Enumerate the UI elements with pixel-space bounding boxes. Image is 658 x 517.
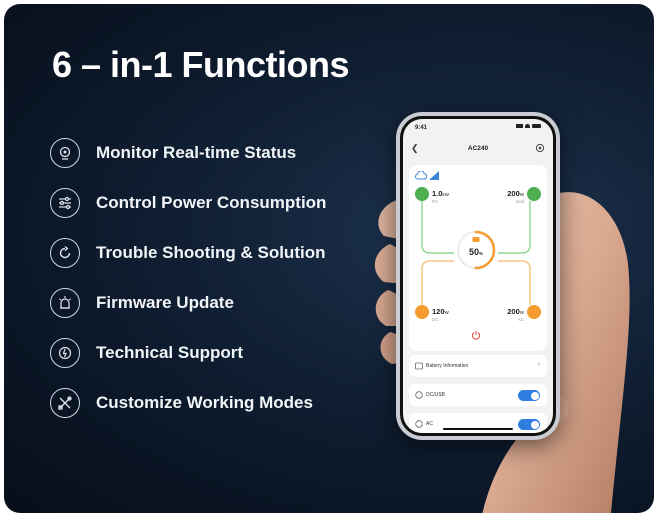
firmware-icon: [50, 288, 80, 318]
dc-usb-row: DC/USB: [409, 384, 547, 406]
chevron-right-icon: ›: [537, 361, 540, 368]
battery-info-row[interactable]: Battery Information ›: [409, 355, 547, 377]
ac-label: AC: [517, 317, 524, 322]
ac-toggle[interactable]: [518, 419, 540, 430]
feature-label: Control Power Consumption: [96, 193, 327, 212]
power-icon[interactable]: [471, 330, 481, 340]
phone-mockup: 9:41 ❮ AC240 1.0kW PV 200W Grid 50% 120W…: [396, 112, 560, 440]
tools-icon: [50, 388, 80, 418]
app-header: ❮ AC240: [403, 141, 553, 159]
grid-value: 200W: [507, 189, 524, 198]
ac-node-icon: [527, 305, 541, 319]
battery-info-icon: [415, 362, 423, 370]
signal-bars-icon: [516, 124, 523, 128]
dc-usb-label: DC/USB: [426, 392, 445, 398]
pv-value: 1.0kW: [432, 189, 449, 198]
ac-outlet-icon: [415, 420, 423, 428]
feature-label: Customize Working Modes: [96, 393, 313, 412]
pv-label: PV: [432, 199, 439, 204]
feature-item: Technical Support: [50, 328, 370, 378]
ac-row: AC: [409, 413, 547, 433]
feature-item: Monitor Real-time Status: [50, 128, 370, 178]
dc-value: 120W: [432, 307, 449, 316]
feature-item: Customize Working Modes: [50, 378, 370, 428]
refresh-icon: [50, 238, 80, 268]
feature-label: Monitor Real-time Status: [96, 143, 297, 162]
feature-list: Monitor Real-time Status Control Power C…: [50, 128, 370, 428]
dc-label: DC: [432, 317, 439, 322]
feature-label: Firmware Update: [96, 293, 234, 312]
feature-label: Trouble Shooting & Solution: [96, 243, 326, 262]
feature-item: Trouble Shooting & Solution: [50, 228, 370, 278]
feature-label: Technical Support: [96, 343, 244, 362]
battery-percent: 50%: [468, 247, 484, 257]
page-title: 6 – in-1 Functions: [52, 44, 350, 85]
dc-usb-toggle[interactable]: [518, 390, 540, 401]
status-time: 9:41: [415, 125, 428, 131]
settings-icon[interactable]: [535, 143, 545, 153]
device-name: AC240: [467, 145, 489, 152]
promo-card: 6 – in-1 Functions Monitor Real-time Sta…: [4, 4, 654, 513]
status-bar: 9:41: [403, 119, 553, 135]
grid-label: Grid: [515, 199, 524, 204]
sliders-icon: [50, 188, 80, 218]
feature-item: Firmware Update: [50, 278, 370, 328]
ac-value: 200W: [507, 307, 524, 316]
support-icon: [50, 338, 80, 368]
ac-label: AC: [426, 421, 433, 427]
home-indicator: [443, 428, 513, 430]
monitor-icon: [50, 138, 80, 168]
pv-node-icon: [415, 187, 429, 201]
energy-flow-card: 1.0kW PV 200W Grid 50% 120W DC 200W AC: [409, 165, 547, 351]
dc-node-icon: [415, 305, 429, 319]
app-screen: 9:41 ❮ AC240 1.0kW PV 200W Grid 50% 120W…: [403, 119, 553, 433]
phone-bezel: 9:41 ❮ AC240 1.0kW PV 200W Grid 50% 120W…: [400, 116, 556, 436]
grid-node-icon: [527, 187, 541, 201]
wifi-icon: [525, 124, 530, 128]
dc-usb-icon: [415, 391, 423, 399]
battery-status-icon: [532, 124, 541, 128]
feature-item: Control Power Consumption: [50, 178, 370, 228]
status-icons: [516, 124, 541, 128]
battery-info-label: Battery Information: [426, 363, 469, 369]
